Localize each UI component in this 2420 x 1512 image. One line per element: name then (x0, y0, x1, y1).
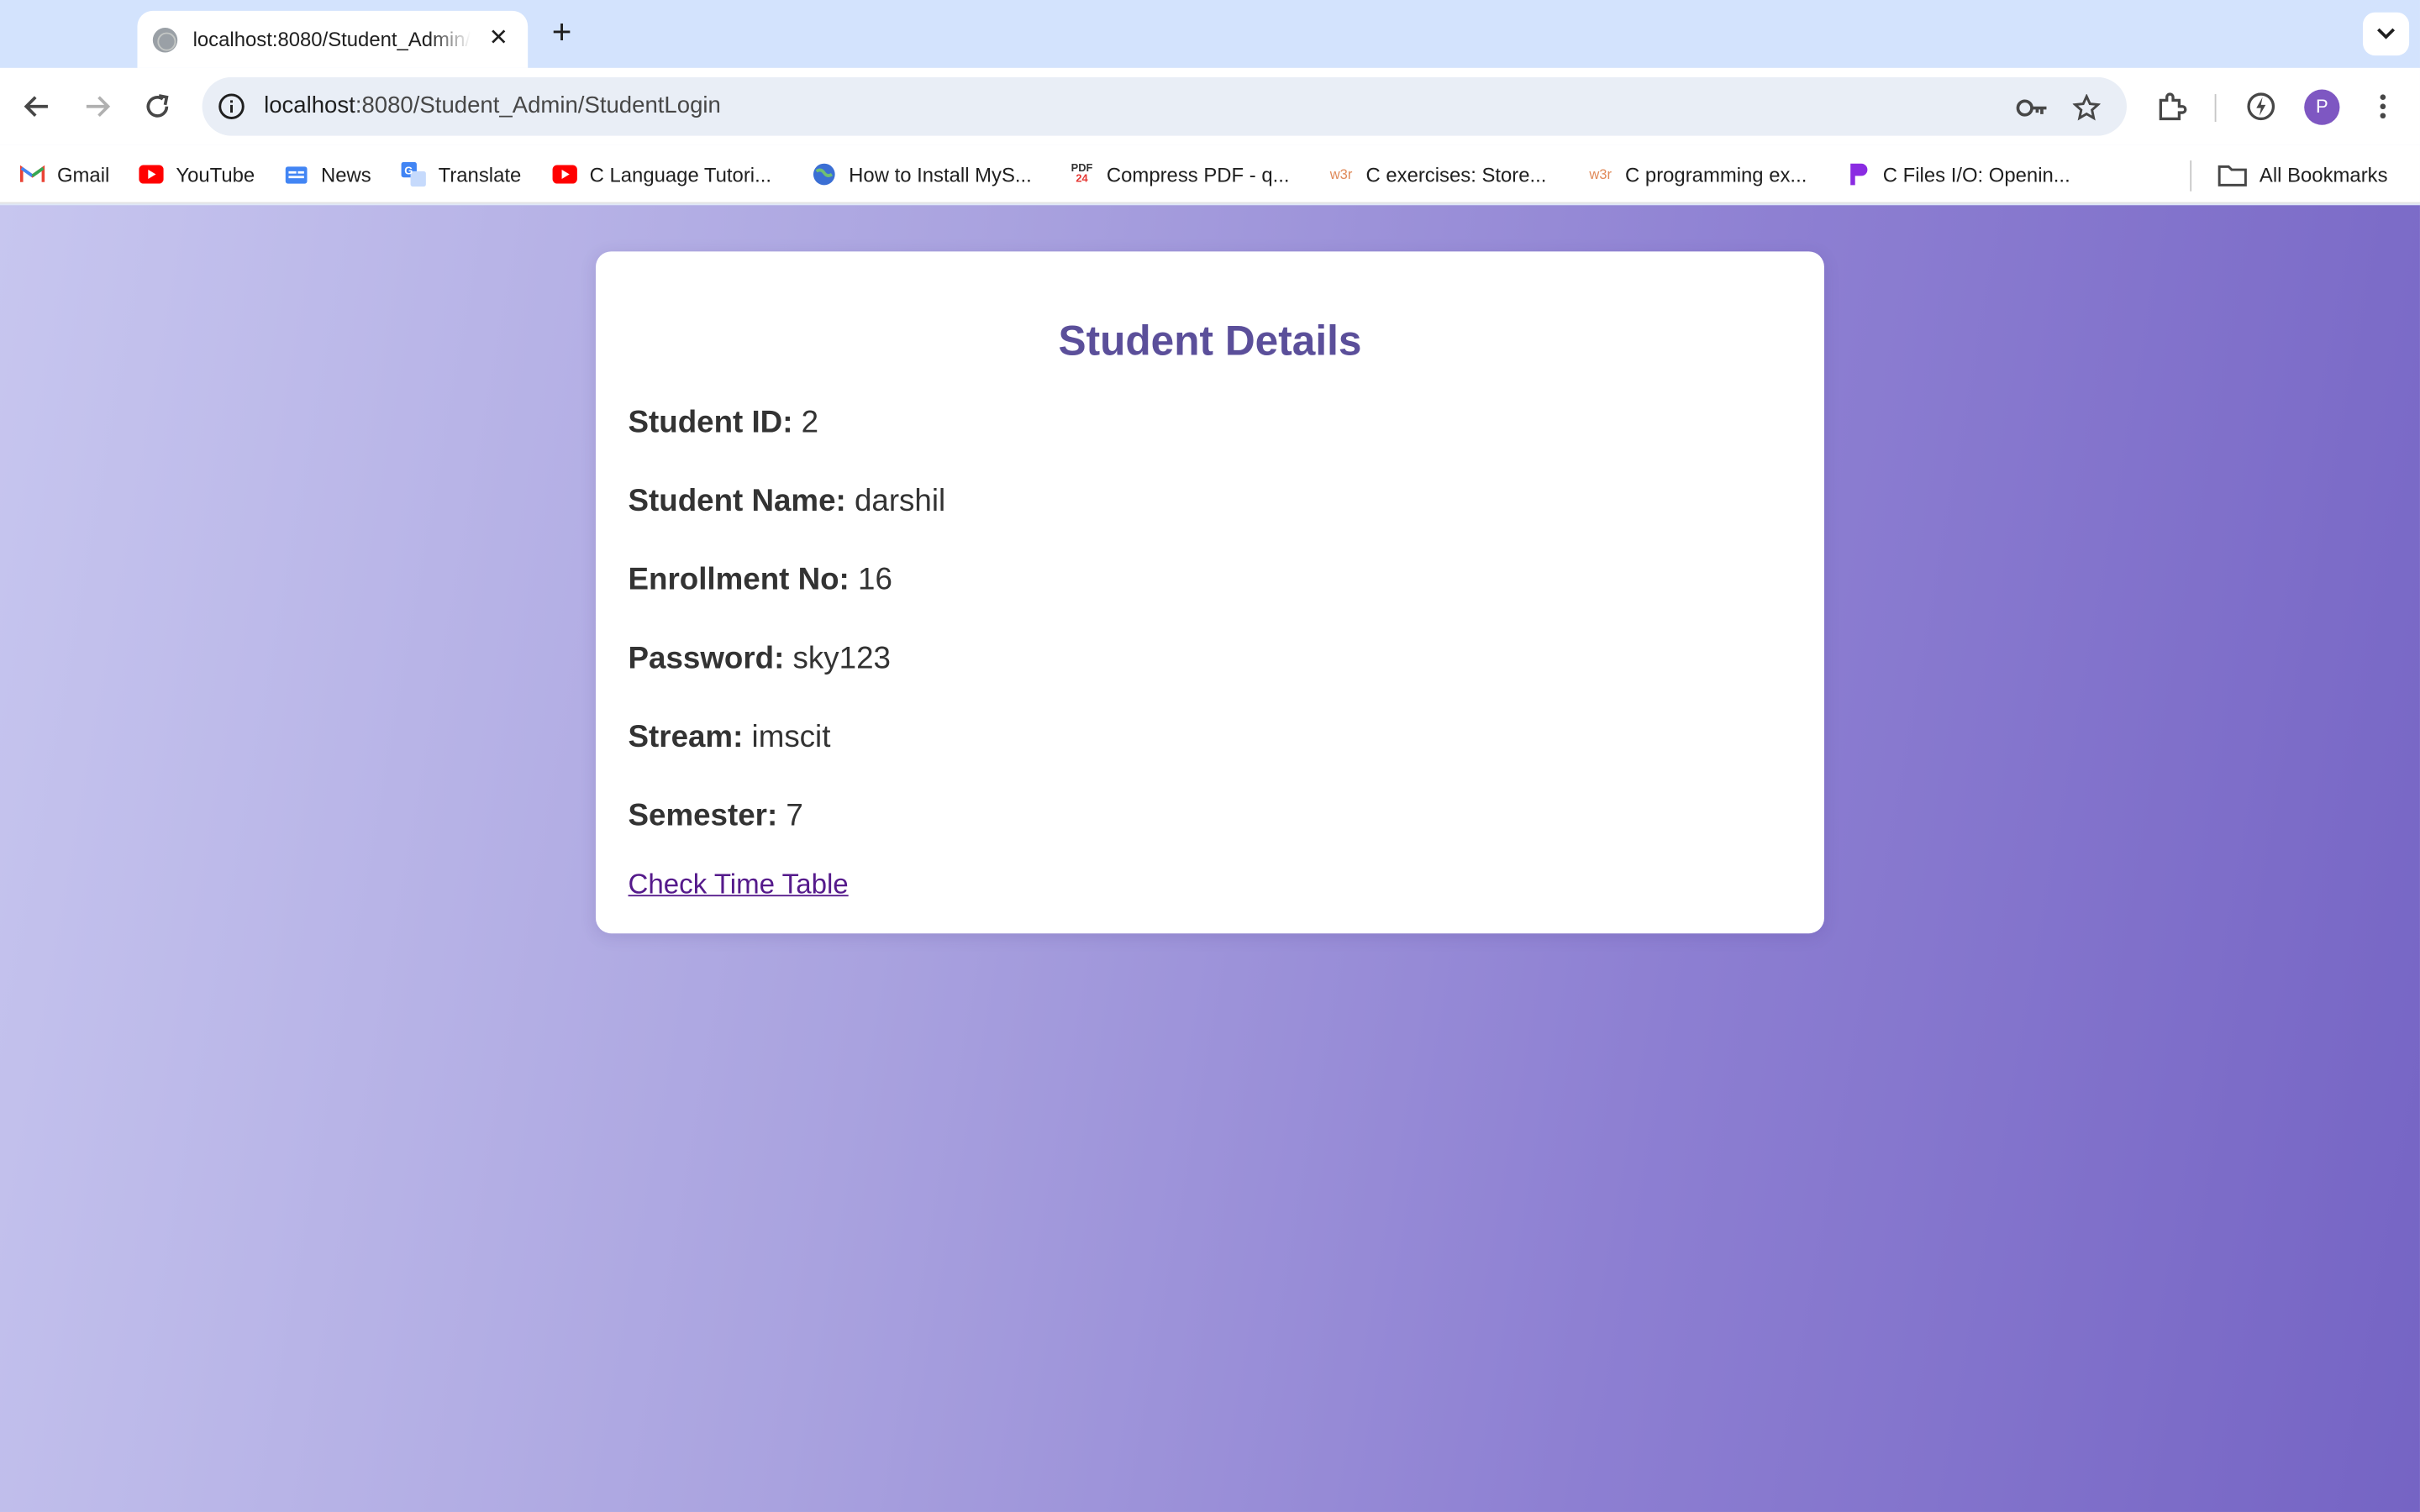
bookmark-label: C Language Tutori... (589, 162, 772, 186)
student-name-row: Student Name: darshil (629, 485, 946, 520)
youtube-icon (552, 162, 577, 186)
forward-button[interactable] (79, 88, 116, 125)
field-value: imscit (751, 720, 831, 755)
folder-icon (2217, 162, 2247, 186)
google-news-icon (284, 162, 308, 186)
programiz-icon (1846, 162, 1870, 186)
bookmark-star-icon[interactable] (2070, 91, 2103, 124)
chevron-down-icon (2377, 28, 2396, 39)
bookmark-label: How to Install MyS... (849, 162, 1032, 186)
tab-title: localhost:8080/Student_Admin/StudentLogi… (192, 28, 471, 51)
bookmarks-divider (2190, 160, 2192, 192)
enrollment-no-row: Enrollment No: 16 (629, 563, 892, 598)
bookmark-translate[interactable]: G Translate (401, 159, 522, 190)
reload-icon (146, 94, 169, 118)
menu-kebab-icon[interactable] (2365, 88, 2402, 125)
svg-text:G: G (404, 165, 413, 177)
tab-search-button[interactable] (2362, 12, 2410, 56)
field-value: darshil (854, 484, 946, 519)
pdf24-icon: PDF 24 (1071, 163, 1093, 186)
browser-toolbar: localhost:8080/Student_Admin/StudentLogi… (0, 67, 2420, 145)
bookmark-gmail[interactable]: Gmail (19, 159, 110, 190)
bookmark-c-language[interactable]: C Language Tutori... (552, 159, 772, 190)
address-bar[interactable]: localhost:8080/Student_Admin/StudentLogi… (202, 76, 2127, 136)
bookmark-label: Translate (438, 162, 522, 186)
extensions-icon[interactable] (2153, 88, 2190, 125)
youtube-icon (139, 162, 164, 186)
bookmark-youtube[interactable]: YouTube (139, 159, 255, 190)
url-host: localhost (264, 92, 355, 119)
forward-arrow-icon (86, 96, 111, 118)
browser-tab[interactable]: localhost:8080/Student_Admin/StudentLogi… (137, 10, 529, 68)
bookmark-news[interactable]: News (284, 159, 371, 190)
reload-button[interactable] (139, 88, 176, 125)
field-label: Stream: (628, 720, 744, 755)
all-bookmarks-button[interactable]: All Bookmarks (2217, 159, 2388, 190)
student-details-card: Student Details Student ID: 2 Student Na… (595, 251, 1824, 934)
globe-icon (812, 162, 836, 186)
translate-icon: G (401, 161, 426, 187)
stream-row: Stream: imscit (629, 721, 831, 756)
back-arrow-icon (24, 96, 48, 118)
password-key-icon[interactable] (2016, 91, 2049, 124)
field-label: Password: (628, 642, 785, 676)
w3resource-icon: w3r (1329, 166, 1353, 182)
field-label: Enrollment No: (628, 563, 850, 597)
url-text[interactable]: localhost:8080/Student_Admin/StudentLogi… (264, 92, 721, 118)
field-value: 16 (858, 563, 892, 597)
student-id-row: Student ID: 2 (629, 406, 819, 441)
back-button[interactable] (18, 88, 55, 125)
performance-icon[interactable] (2243, 88, 2280, 125)
field-label: Student ID: (628, 406, 793, 440)
bookmark-label: C exercises: Store... (1365, 162, 1547, 186)
field-label: Semester: (628, 799, 778, 833)
all-bookmarks-label: All Bookmarks (2259, 162, 2388, 186)
page-background: Student Details Student ID: 2 Student Na… (0, 205, 2420, 1512)
new-tab-button[interactable]: + (544, 14, 581, 52)
page-title: Student Details (1058, 318, 1362, 365)
field-label: Student Name: (628, 484, 846, 519)
field-value: 7 (786, 799, 803, 833)
close-tab-icon[interactable]: ✕ (485, 24, 513, 52)
bookmark-label: C Files I/O: Openin... (1882, 162, 2070, 186)
field-value: sky123 (792, 642, 891, 676)
w3resource-icon: w3r (1589, 166, 1612, 182)
bookmark-label: C programming ex... (1625, 162, 1807, 186)
field-value: 2 (801, 406, 819, 440)
tab-strip: localhost:8080/Student_Admin/StudentLogi… (0, 0, 2420, 68)
bookmark-label: News (321, 162, 371, 186)
url-path: :8080/Student_Admin/StudentLogin (355, 92, 721, 119)
password-row: Password: sky123 (629, 642, 891, 677)
bookmark-c-files-io[interactable]: C Files I/O: Openin... (1846, 159, 2070, 190)
bookmark-c-programming[interactable]: w3r C programming ex... (1588, 159, 1807, 190)
bookmarks-bar: Gmail YouTube News G Translate C Languag… (0, 144, 2420, 204)
semester-row: Semester: 7 (629, 799, 803, 834)
bookmark-label: Compress PDF - q... (1106, 162, 1290, 186)
profile-avatar[interactable]: P (2304, 89, 2340, 125)
bookmark-compress-pdf[interactable]: PDF 24 Compress PDF - q... (1070, 159, 1290, 190)
check-time-table-link[interactable]: Check Time Table (629, 869, 849, 901)
toolbar-divider (2214, 94, 2217, 123)
bookmark-c-exercises[interactable]: w3r C exercises: Store... (1328, 159, 1547, 190)
bookmark-install-mysql[interactable]: How to Install MyS... (812, 159, 1032, 190)
globe-icon (152, 27, 178, 52)
bookmark-label: YouTube (176, 162, 255, 186)
site-info-icon[interactable] (214, 90, 248, 123)
gmail-icon (19, 162, 45, 186)
bookmark-label: Gmail (56, 162, 110, 186)
